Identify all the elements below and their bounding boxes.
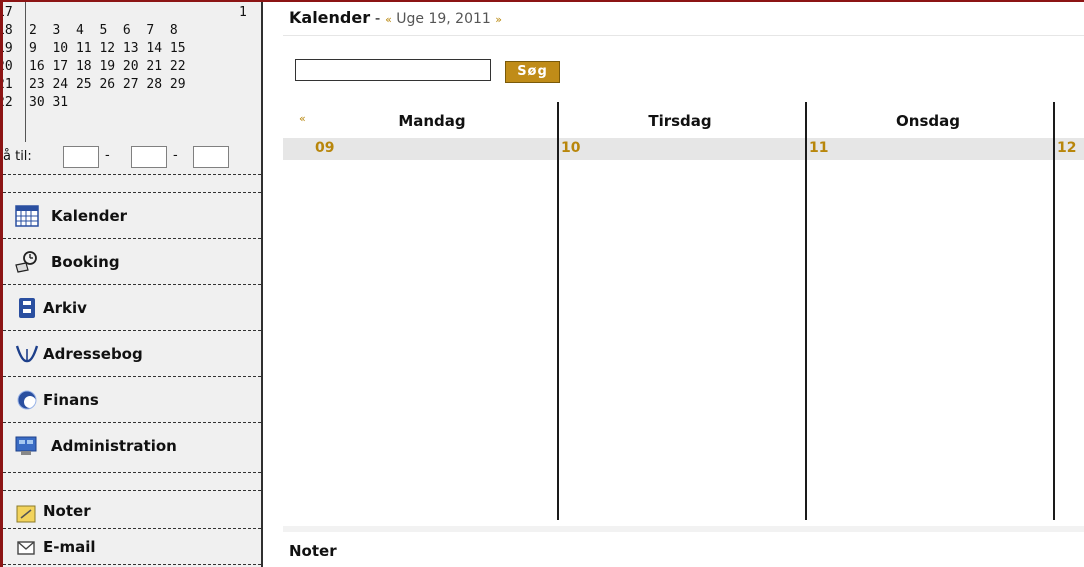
divider <box>3 376 261 377</box>
prev-day-link[interactable]: « <box>299 112 306 125</box>
page-title: Kalender - « Uge 19, 2011 » <box>289 8 502 27</box>
notes-icon <box>15 502 39 524</box>
date-number[interactable]: 10 <box>561 140 580 156</box>
search-button[interactable]: Søg <box>505 61 560 83</box>
nav-item-kalender[interactable]: Kalender <box>3 194 261 238</box>
divider <box>3 330 261 331</box>
calendar-week-row[interactable]: 1 <box>239 4 247 22</box>
calendar-week-row[interactable]: 23 24 25 26 27 28 29 <box>29 76 186 94</box>
nav-label: Kalender <box>51 207 128 225</box>
week-number[interactable]: 19 <box>3 40 25 58</box>
date-number[interactable]: 11 <box>809 140 828 156</box>
divider <box>3 490 261 491</box>
divider <box>3 472 261 473</box>
nav-label: Booking <box>51 253 120 271</box>
calendar-icon <box>15 205 39 227</box>
date-year-input[interactable] <box>193 146 229 168</box>
week-number[interactable]: 22 <box>3 94 25 112</box>
nav-item-booking[interactable]: Booking <box>3 240 261 284</box>
divider <box>3 528 261 529</box>
main-panel: Kalender - « Uge 19, 2011 » Søg « Mandag… <box>263 2 1084 567</box>
day-column-divider <box>805 102 807 520</box>
nav-item-administration[interactable]: Administration <box>3 424 261 468</box>
day-header-monday: Mandag <box>398 112 466 130</box>
nav-label: E-mail <box>43 538 96 556</box>
title-text: Kalender <box>289 8 371 27</box>
title-dash: - <box>370 9 386 27</box>
day-column-divider <box>1053 102 1055 520</box>
divider <box>3 174 261 175</box>
date-separator: - <box>105 148 110 163</box>
calendar-week-row[interactable]: 9 10 11 12 13 14 15 <box>29 40 186 58</box>
day-header-wednesday: Onsdag <box>896 112 960 130</box>
date-range-label: å til: <box>3 149 32 164</box>
nav-label: Adressebog <box>43 345 143 363</box>
calendar-week-row[interactable]: 16 17 18 19 20 21 22 <box>29 58 186 76</box>
week-view: « Mandag Tirsdag Onsdag 09 10 11 12 <box>283 102 1084 526</box>
divider <box>3 192 261 193</box>
divider <box>283 35 1084 36</box>
date-range: å til: - - <box>3 144 261 170</box>
mini-calendar: 17 18 19 20 21 22 1 2 3 4 5 6 7 8 9 10 1… <box>3 2 261 142</box>
week-label: Uge 19, 2011 <box>391 11 496 27</box>
booking-icon <box>15 251 39 273</box>
nav-item-noter[interactable]: Noter <box>3 492 261 528</box>
day-column-divider <box>557 102 559 520</box>
date-day-input[interactable] <box>63 146 99 168</box>
divider <box>3 238 261 239</box>
mail-icon <box>15 538 39 560</box>
nav-label: Finans <box>43 391 99 409</box>
date-separator: - <box>173 148 178 163</box>
archive-icon <box>15 297 39 319</box>
finance-icon <box>15 389 39 411</box>
week-number-column: 17 18 19 20 21 22 <box>3 2 26 142</box>
week-number[interactable]: 21 <box>3 76 25 94</box>
notes-heading: Noter <box>289 542 337 560</box>
day-header-tuesday: Tirsdag <box>648 112 712 130</box>
calendar-week-row[interactable]: 2 3 4 5 6 7 8 <box>29 22 178 40</box>
prev-week-link[interactable]: « <box>385 13 392 26</box>
nav-item-finans[interactable]: Finans <box>3 378 261 422</box>
next-week-link[interactable]: » <box>495 13 502 26</box>
week-number[interactable]: 17 <box>3 4 25 22</box>
date-number[interactable]: 09 <box>315 140 334 156</box>
administration-icon <box>15 435 39 457</box>
sidebar: 17 18 19 20 21 22 1 2 3 4 5 6 7 8 9 10 1… <box>3 2 263 567</box>
search-input[interactable] <box>295 59 491 81</box>
date-number[interactable]: 12 <box>1057 140 1076 156</box>
calendar-week-row[interactable]: 30 31 <box>29 94 68 112</box>
address-book-icon <box>15 343 39 365</box>
divider <box>3 564 261 565</box>
date-strip <box>283 138 1084 160</box>
week-number[interactable]: 18 <box>3 22 25 40</box>
nav-label: Noter <box>43 502 91 520</box>
divider <box>3 284 261 285</box>
week-number[interactable]: 20 <box>3 58 25 76</box>
nav-item-arkiv[interactable]: Arkiv <box>3 286 261 330</box>
divider <box>3 422 261 423</box>
divider <box>283 526 1084 532</box>
nav-label: Arkiv <box>43 299 87 317</box>
date-month-input[interactable] <box>131 146 167 168</box>
nav-item-adressebog[interactable]: Adressebog <box>3 332 261 376</box>
nav-label: Administration <box>51 437 177 455</box>
nav-item-email[interactable]: E-mail <box>3 530 261 566</box>
